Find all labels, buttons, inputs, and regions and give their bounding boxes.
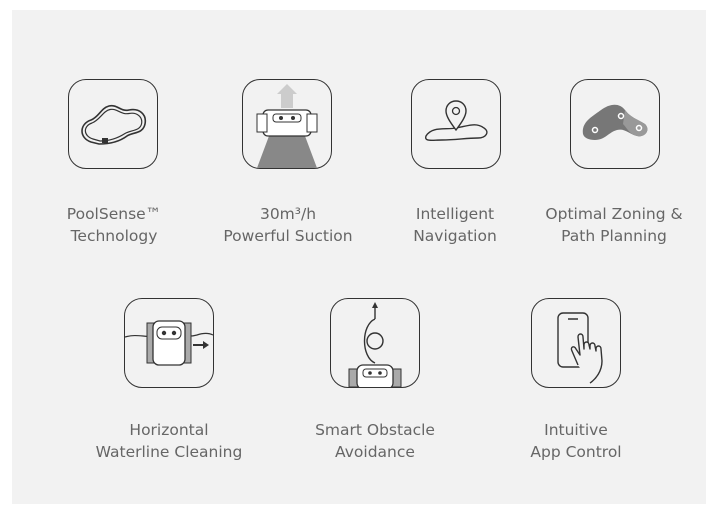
waterline-robot-icon	[124, 298, 214, 388]
phone-touch-icon	[531, 298, 621, 388]
navigation-pin-icon	[411, 79, 501, 169]
feature-label-app: Intuitive App Control	[530, 421, 622, 461]
suction-robot-icon	[242, 79, 332, 169]
feature-label-obstacle: Smart Obstacle Avoidance	[315, 421, 435, 461]
pool-path-icon	[68, 79, 158, 169]
feature-label-suction: 30m³/h Powerful Suction	[223, 205, 353, 245]
zoning-map-icon	[570, 79, 660, 169]
feature-label-zoning: Optimal Zoning & Path Planning	[545, 205, 683, 245]
feature-label-waterline: Horizontal Waterline Cleaning	[95, 421, 243, 461]
feature-label-poolsense: PoolSense™ Technology	[66, 205, 162, 245]
obstacle-avoidance-icon	[330, 298, 420, 388]
feature-label-navigation: Intelligent Navigation	[413, 205, 497, 245]
